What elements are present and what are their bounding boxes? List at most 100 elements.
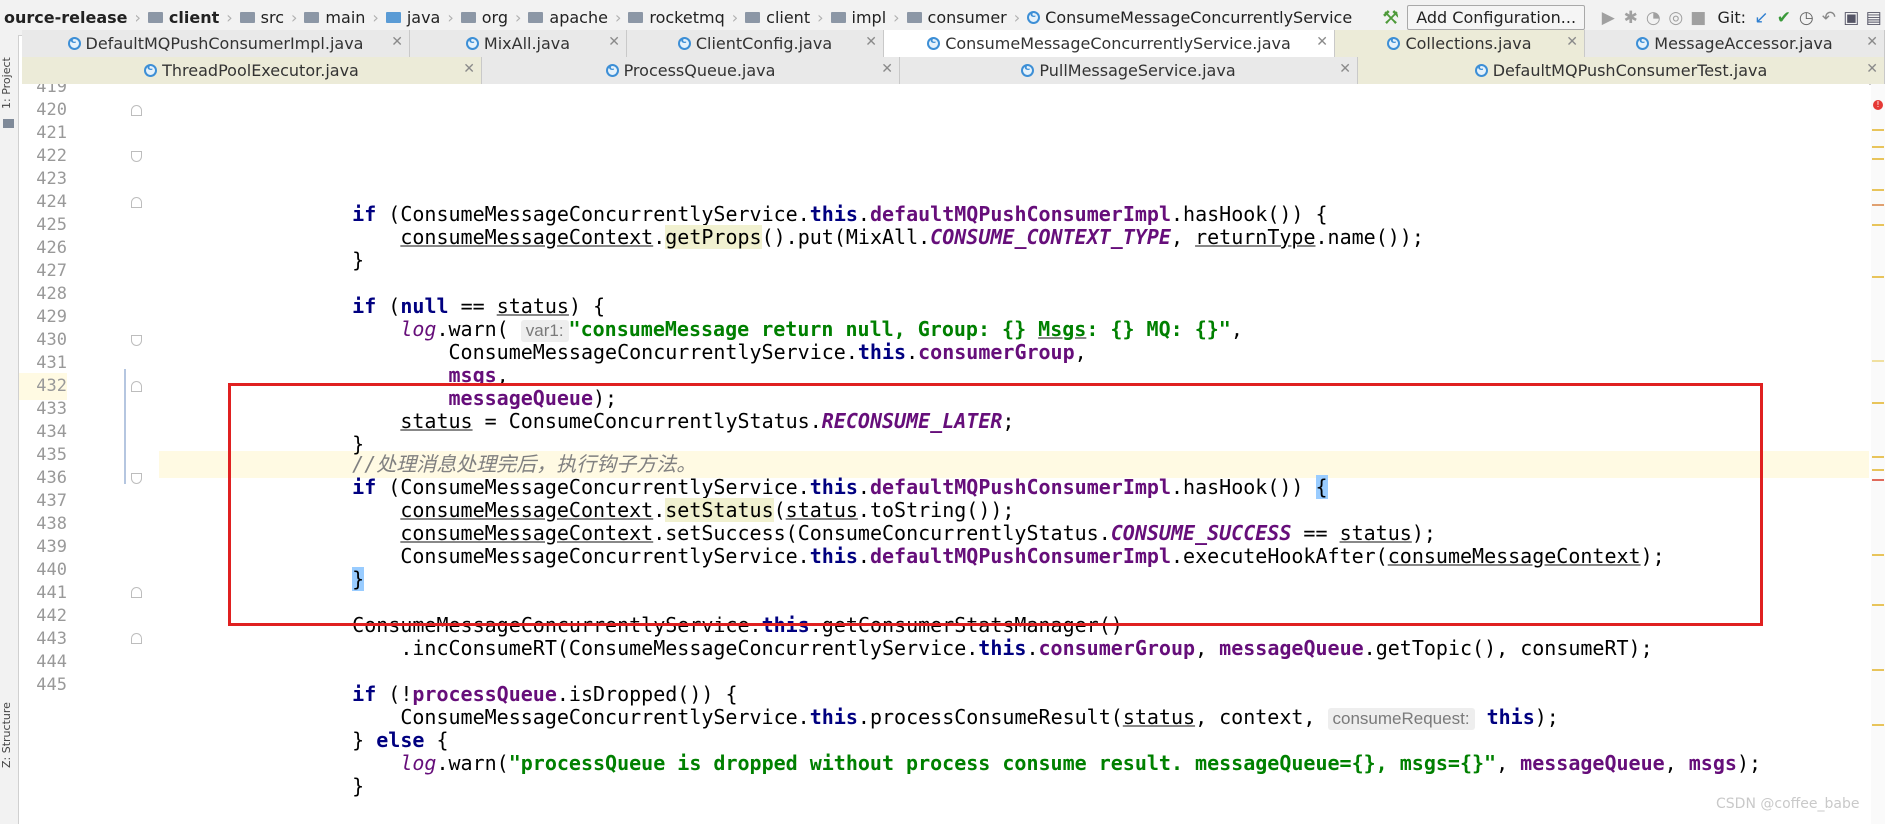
stop-icon[interactable]: ■	[1690, 8, 1707, 28]
tab-label: Collections.java	[1405, 34, 1532, 53]
breadcrumb-src[interactable]: src	[236, 8, 288, 27]
class-icon	[1021, 62, 1035, 77]
project-structure-icon[interactable]: ▣	[1843, 8, 1860, 28]
breadcrumb-separator: ›	[291, 8, 298, 27]
folder-icon	[239, 12, 255, 23]
close-icon[interactable]: ✕	[1866, 34, 1878, 50]
breadcrumb-label: org	[481, 8, 508, 27]
breadcrumb-label: impl	[851, 8, 887, 27]
package-icon	[628, 12, 644, 23]
git-history-icon[interactable]: ◷	[1798, 8, 1815, 28]
close-icon[interactable]: ✕	[1566, 34, 1578, 50]
close-icon[interactable]: ✕	[1866, 61, 1878, 77]
breadcrumb-separator: ›	[226, 8, 233, 27]
breadcrumb-project[interactable]: ource-release	[0, 8, 132, 27]
left-tool-strip: 1: Project Z: Structure	[0, 35, 19, 824]
debug-icon[interactable]: ✱	[1623, 8, 1640, 28]
breadcrumb-java[interactable]: java	[382, 8, 445, 27]
code-text: }	[304, 774, 365, 798]
code-line: }	[19, 247, 1869, 274]
breadcrumb-apache[interactable]: apache	[524, 8, 612, 27]
tab-label: DefaultMQPushConsumerImpl.java	[85, 34, 364, 53]
fold-toggle-icon[interactable]	[131, 381, 142, 392]
fold-toggle-icon[interactable]	[131, 335, 142, 346]
editor-gutter: 419 420 421 422 423 424 425 426 427 428 …	[19, 84, 159, 824]
class-icon	[605, 62, 619, 77]
close-icon[interactable]: ✕	[608, 34, 620, 50]
stripe-marker	[1872, 479, 1884, 481]
breadcrumb-separator: ›	[1013, 8, 1021, 27]
run-icon[interactable]: ▶	[1600, 8, 1617, 28]
close-icon[interactable]: ✕	[391, 34, 403, 50]
breadcrumb-class[interactable]: ConsumeMessageConcurrentlyService	[1023, 8, 1356, 27]
close-icon[interactable]: ✕	[463, 61, 475, 77]
breadcrumb-label: ource-release	[4, 8, 128, 27]
tab-label: DefaultMQPushConsumerTest.java	[1492, 61, 1768, 80]
breadcrumb-consumer[interactable]: consumer	[903, 8, 1011, 27]
git-update-icon[interactable]: ↙	[1753, 8, 1770, 28]
class-icon	[1474, 62, 1488, 77]
tab-pullmessageservice[interactable]: PullMessageService.java ✕	[900, 57, 1358, 84]
module-folder-icon	[147, 12, 163, 23]
breadcrumb-client-package[interactable]: client	[741, 8, 814, 27]
structure-panel-button[interactable]: Z: Structure	[0, 685, 18, 785]
breadcrumb-module-client[interactable]: client	[144, 8, 223, 27]
breadcrumb-separator: ›	[731, 8, 739, 27]
fold-toggle-icon[interactable]	[131, 151, 142, 162]
class-icon	[927, 35, 941, 50]
class-icon	[1636, 35, 1650, 50]
close-icon[interactable]: ✕	[881, 61, 893, 77]
editor-tabs-row-1: DefaultMQPushConsumerImpl.java ✕ MixAll.j…	[22, 30, 1885, 58]
stripe-marker	[1872, 360, 1884, 362]
git-rollback-icon[interactable]: ↶	[1821, 8, 1838, 28]
tab-collections[interactable]: Collections.java ✕	[1335, 30, 1585, 57]
add-configuration-button[interactable]: Add Configuration...	[1407, 5, 1586, 30]
tab-label: ClientConfig.java	[695, 34, 833, 53]
code-line: }	[19, 773, 1869, 800]
terminal-icon[interactable]: ▤	[1866, 8, 1883, 28]
breadcrumb-separator: ›	[515, 8, 522, 27]
fold-toggle-icon[interactable]	[131, 587, 142, 598]
tab-mixall[interactable]: MixAll.java ✕	[410, 30, 627, 57]
tab-processqueue[interactable]: ProcessQueue.java ✕	[482, 57, 900, 84]
fold-toggle-icon[interactable]	[131, 105, 142, 116]
tab-label: PullMessageService.java	[1039, 61, 1236, 80]
breadcrumb-label: rocketmq	[649, 8, 725, 27]
tab-defaultmqpushconsumertest[interactable]: DefaultMQPushConsumerTest.java ✕	[1358, 57, 1885, 84]
breadcrumb-separator: ›	[447, 8, 454, 27]
stripe-marker	[1872, 554, 1884, 556]
breadcrumb-org[interactable]: org	[457, 8, 512, 27]
stripe-marker	[1872, 456, 1884, 458]
error-stripe[interactable]	[1871, 84, 1885, 824]
error-indicator-icon[interactable]: !	[1873, 100, 1883, 110]
tab-defaultmqpushconsumerimpl[interactable]: DefaultMQPushConsumerImpl.java ✕	[22, 30, 410, 57]
fold-toggle-icon[interactable]	[131, 197, 142, 208]
fold-toggle-icon[interactable]	[131, 633, 142, 644]
class-icon	[465, 35, 479, 50]
breadcrumb-label: main	[325, 8, 366, 27]
vcs-change-marker[interactable]	[124, 369, 126, 484]
breadcrumb-impl[interactable]: impl	[827, 8, 891, 27]
profile-icon[interactable]: ◎	[1668, 8, 1685, 28]
project-panel-button[interactable]: 1: Project	[0, 43, 18, 123]
close-icon[interactable]: ✕	[1316, 34, 1328, 50]
tab-label: MessageAccessor.java	[1654, 34, 1833, 53]
close-icon[interactable]: ✕	[1339, 61, 1351, 77]
breadcrumb-rocketmq[interactable]: rocketmq	[624, 8, 728, 27]
tab-consumemessageconcurrentlyservice[interactable]: ConsumeMessageConcurrentlyService.java ✕	[884, 30, 1335, 57]
tab-messageaccessor[interactable]: MessageAccessor.java ✕	[1585, 30, 1885, 57]
package-icon	[830, 12, 846, 23]
fold-toggle-icon[interactable]	[131, 473, 142, 484]
tab-label: ProcessQueue.java	[623, 61, 776, 80]
breadcrumb-separator: ›	[134, 8, 141, 27]
close-icon[interactable]: ✕	[865, 34, 877, 50]
tab-clientconfig[interactable]: ClientConfig.java ✕	[627, 30, 884, 57]
git-commit-icon[interactable]: ✔	[1776, 8, 1793, 28]
breadcrumb-separator: ›	[893, 8, 900, 27]
tab-threadpoolexecutor[interactable]: ThreadPoolExecutor.java ✕	[22, 57, 482, 84]
breadcrumb-main[interactable]: main	[300, 8, 369, 27]
breadcrumb-label: src	[260, 8, 285, 27]
coverage-icon[interactable]: ◔	[1645, 8, 1662, 28]
breadcrumb-label: client	[168, 8, 220, 27]
build-hammer-icon[interactable]: ⚒	[1382, 7, 1399, 29]
